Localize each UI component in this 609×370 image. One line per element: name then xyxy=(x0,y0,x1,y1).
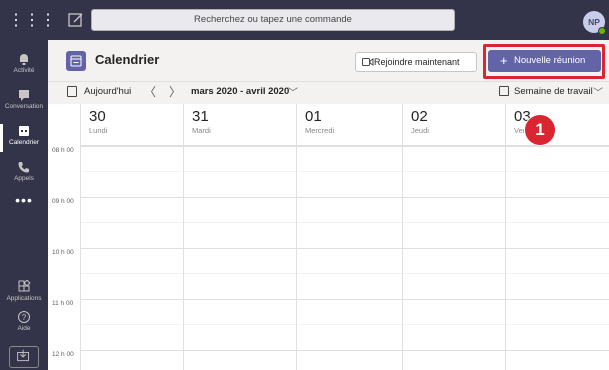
chevron-down-icon[interactable]: ﹀ xyxy=(288,84,298,99)
next-week-button[interactable]: 〉 xyxy=(169,83,181,100)
rail-label: Appels xyxy=(14,175,34,182)
svg-text:?: ? xyxy=(22,313,27,322)
day-header-wednesday[interactable]: 01 Mercredi xyxy=(296,104,402,146)
calendar-toolbar: Aujourd'hui 〈 〉 mars 2020 - avril 2020 ﹀… xyxy=(48,82,609,102)
day-column-line xyxy=(505,104,506,370)
download-icon[interactable] xyxy=(9,346,39,368)
day-column-line xyxy=(80,104,81,370)
calendar-app-icon xyxy=(66,51,86,71)
app-rail: Activité Conversation Calendrier Appels … xyxy=(0,40,48,370)
new-meeting-label: Nouvelle réunion xyxy=(514,55,586,66)
half-hour-line xyxy=(80,273,609,274)
day-header-thursday[interactable]: 02 Jeudi xyxy=(402,104,505,146)
day-number: 02 xyxy=(411,108,428,125)
rail-item-activity[interactable]: Activité xyxy=(0,48,48,84)
join-now-button[interactable]: Rejoindre maintenant xyxy=(355,52,477,72)
calendar-icon xyxy=(19,126,29,136)
hour-line xyxy=(80,248,609,249)
day-name: Mardi xyxy=(192,126,211,135)
today-button[interactable]: Aujourd'hui xyxy=(84,86,131,97)
half-hour-line xyxy=(80,324,609,325)
hour-line xyxy=(80,299,609,300)
hour-line xyxy=(80,146,609,147)
rail-label: Calendrier xyxy=(9,139,39,146)
rail-item-calls[interactable]: Appels xyxy=(0,156,48,192)
presence-status-icon xyxy=(598,27,606,35)
top-bar: ⋮⋮⋮ Recherchez ou tapez une commande NP xyxy=(0,0,609,40)
time-label: 10 h 00 xyxy=(52,249,74,256)
bell-icon xyxy=(20,54,28,65)
hour-line xyxy=(80,350,609,351)
hour-line xyxy=(80,197,609,198)
previous-week-button[interactable]: 〈 xyxy=(144,83,156,100)
day-column-line xyxy=(183,104,184,370)
join-now-label: Rejoindre maintenant xyxy=(374,57,460,67)
compose-icon[interactable] xyxy=(64,9,88,31)
calendar-grid: 30 Lundi 31 Mardi 01 Mercredi 02 Jeudi 0… xyxy=(48,104,609,370)
chevron-down-icon[interactable]: ﹀ xyxy=(593,84,603,99)
rail-label: Applications xyxy=(6,295,42,302)
more-apps-icon[interactable]: ••• xyxy=(0,192,48,208)
half-hour-line xyxy=(80,171,609,172)
new-meeting-button[interactable]: + Nouvelle réunion xyxy=(488,50,601,72)
rail-label: Activité xyxy=(13,67,35,74)
app-launcher-icon[interactable]: ⋮⋮⋮ xyxy=(8,7,56,35)
step-number-badge: 1 xyxy=(525,115,555,145)
day-header-friday[interactable]: 03 Vendredi xyxy=(505,104,609,146)
day-number: 31 xyxy=(192,108,209,125)
apps-icon xyxy=(18,280,31,292)
search-input[interactable]: Recherchez ou tapez une commande xyxy=(91,9,455,31)
day-header-monday[interactable]: 30 Lundi xyxy=(80,104,183,146)
half-hour-line xyxy=(80,222,609,223)
rail-label: Aide xyxy=(17,325,31,332)
day-name: Mercredi xyxy=(305,126,335,135)
day-column-line xyxy=(296,104,297,370)
rail-label: Conversation xyxy=(4,103,44,110)
time-label: 09 h 00 xyxy=(52,198,74,205)
plus-icon: + xyxy=(500,53,508,68)
time-gutter xyxy=(48,104,80,370)
view-selector[interactable]: Semaine de travail xyxy=(514,86,593,97)
today-icon[interactable] xyxy=(67,86,77,97)
rail-item-calendar[interactable]: Calendrier xyxy=(0,120,48,156)
rail-item-conversation[interactable]: Conversation xyxy=(0,84,48,120)
calendar-header: Calendrier Rejoindre maintenant + Nouvel… xyxy=(48,40,609,82)
day-name: Jeudi xyxy=(411,126,429,135)
day-header-tuesday[interactable]: 31 Mardi xyxy=(183,104,296,146)
view-calendar-icon xyxy=(499,86,509,96)
time-label: 12 h 00 xyxy=(52,351,74,358)
page-title: Calendrier xyxy=(95,52,160,67)
time-label: 11 h 00 xyxy=(52,300,74,307)
day-name: Lundi xyxy=(89,126,108,135)
day-number: 01 xyxy=(305,108,322,125)
chat-icon xyxy=(19,90,29,101)
phone-icon xyxy=(18,162,29,173)
video-camera-icon xyxy=(362,58,374,66)
day-number: 30 xyxy=(89,108,106,125)
day-column-line xyxy=(402,104,403,370)
help-icon: ? xyxy=(18,311,30,323)
time-label: 08 h 00 xyxy=(52,147,74,154)
date-range-picker[interactable]: mars 2020 - avril 2020 xyxy=(191,86,289,97)
rail-item-help[interactable]: ? Aide xyxy=(0,306,48,342)
